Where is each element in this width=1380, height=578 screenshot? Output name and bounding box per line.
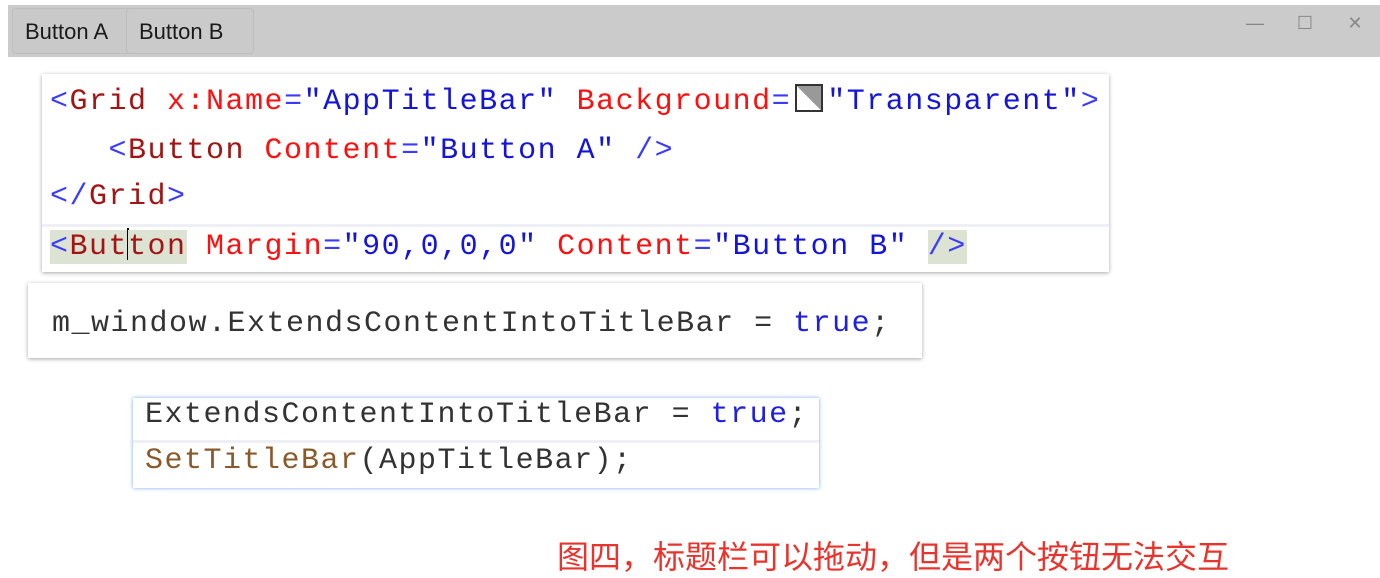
- code-token: =: [771, 85, 792, 119]
- code-token: m_window.ExtendsContentIntoTitleBar =: [52, 307, 794, 341]
- button-a[interactable]: Button A: [12, 8, 138, 54]
- code-token: "AppTitleBar": [303, 85, 558, 119]
- code-token: =: [401, 134, 421, 168]
- code-token: "Transparent": [827, 85, 1081, 119]
- code-token: true: [793, 307, 872, 341]
- code-token: "Button B": [713, 230, 909, 264]
- button-a-label: Button A: [25, 19, 109, 44]
- code-token: x:Name: [147, 85, 285, 119]
- minimize-icon[interactable]: —: [1230, 5, 1280, 45]
- code-line[interactable]: m_window.ExtendsContentIntoTitleBar = tr…: [52, 307, 891, 341]
- code-token: Content: [245, 134, 402, 168]
- code-token: Background: [557, 85, 772, 119]
- code-line[interactable]: <Button Content="Button A" />: [50, 134, 674, 168]
- code-line[interactable]: SetTitleBar(AppTitleBar);: [145, 444, 633, 478]
- code-token: "Button A": [420, 134, 616, 168]
- code-token: >: [167, 180, 187, 214]
- code-token: <: [50, 134, 129, 168]
- button-b[interactable]: Button B: [126, 8, 254, 54]
- code-line[interactable]: <Grid x:Name="AppTitleBar" Background= "T…: [50, 84, 1100, 119]
- code-token: Grid: [69, 85, 148, 119]
- xaml-code-panel: <Grid x:Name="AppTitleBar" Background= "T…: [42, 74, 1109, 272]
- figure-caption: 图四，标题栏可以拖动，但是两个按钮无法交互: [557, 538, 1230, 576]
- code-token: true: [710, 398, 789, 432]
- code-token: SetTitleBar: [145, 444, 360, 478]
- code-line[interactable]: </Grid>: [50, 180, 187, 214]
- code-token: Button: [128, 134, 246, 168]
- cpp-code-panel: m_window.ExtendsContentIntoTitleBar = tr…: [28, 283, 922, 358]
- code-token: Margin: [186, 230, 324, 264]
- line-separator: [133, 440, 819, 443]
- button-b-label: Button B: [139, 19, 224, 44]
- csharp-code-panel: ExtendsContentIntoTitleBar = true; SetTit…: [133, 398, 819, 488]
- code-token: </: [50, 180, 90, 214]
- code-token: ;: [871, 307, 891, 341]
- code-token: Content: [537, 230, 694, 264]
- code-token: =: [693, 230, 714, 264]
- line-separator: [42, 224, 1109, 227]
- code-token: <: [50, 85, 70, 119]
- code-token: <: [50, 230, 70, 264]
- code-token: Grid: [89, 180, 168, 214]
- maximize-icon[interactable]: ☐: [1280, 5, 1330, 45]
- code-token: =: [284, 85, 304, 119]
- code-line[interactable]: <Button Margin="90,0,0,0" Content="Butto…: [50, 228, 967, 264]
- code-token: (AppTitleBar);: [359, 444, 633, 478]
- close-icon[interactable]: ✕: [1330, 5, 1380, 45]
- code-token: =: [323, 230, 343, 264]
- code-token: >: [1080, 85, 1101, 119]
- code-token: ton: [128, 230, 187, 264]
- code-line[interactable]: ExtendsContentIntoTitleBar = true;: [145, 398, 808, 432]
- code-token: ExtendsContentIntoTitleBar =: [145, 398, 711, 432]
- code-token: />: [615, 134, 675, 168]
- code-token: "90,0,0,0": [342, 230, 538, 264]
- code-token: ;: [788, 398, 809, 432]
- title-bar[interactable]: Button A Button B — ☐ ✕: [8, 5, 1380, 57]
- color-swatch-icon: [795, 84, 824, 112]
- code-token: />: [927, 230, 967, 264]
- code-token: But: [69, 230, 129, 264]
